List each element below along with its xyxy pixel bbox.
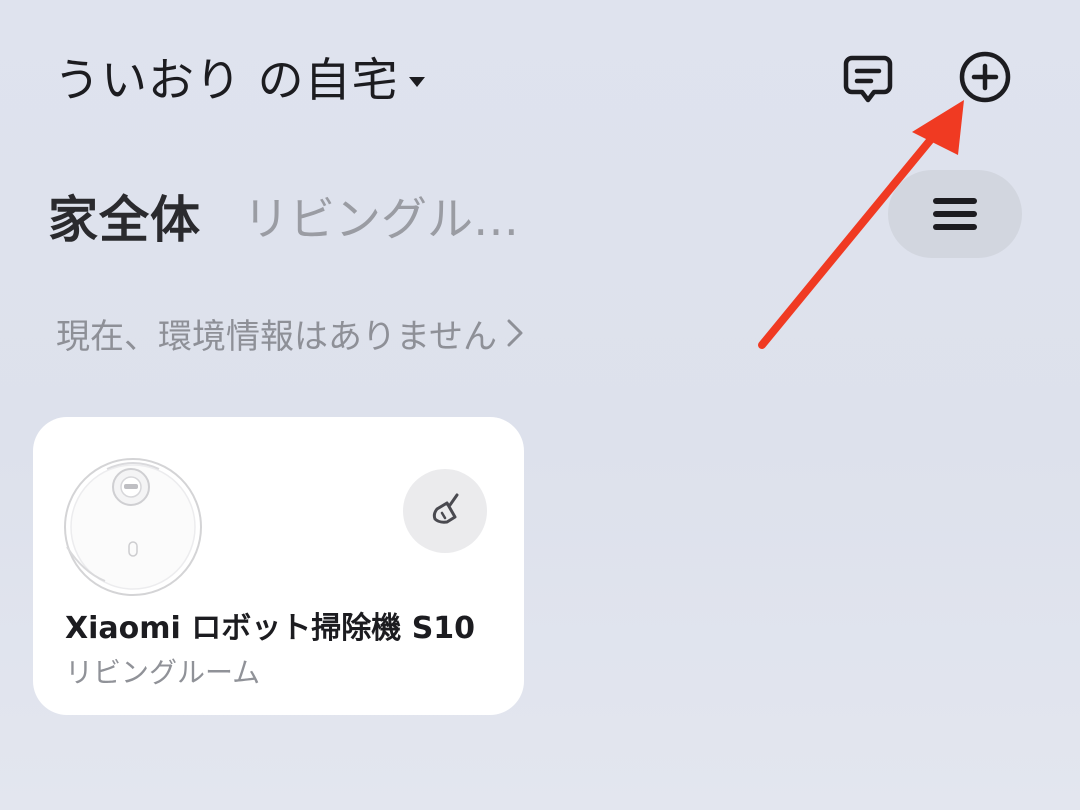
plus-circle-icon: [959, 51, 1011, 103]
home-title: ういおり の自宅: [54, 53, 399, 107]
chevron-right-icon: [505, 316, 525, 350]
environment-info-text: 現在、環境情報はありません: [56, 316, 497, 357]
home-selector[interactable]: ういおり の自宅: [54, 48, 425, 112]
tab-whole-home[interactable]: 家全体: [48, 180, 201, 252]
device-room: リビングルーム: [65, 656, 261, 689]
add-device-button[interactable]: [953, 45, 1017, 109]
device-name: Xiaomi ロボット掃除機 S10: [65, 611, 476, 646]
environment-info-link[interactable]: 現在、環境情報はありません: [56, 308, 525, 358]
device-card[interactable]: Xiaomi ロボット掃除機 S10 リビングルーム: [33, 417, 524, 715]
messages-button[interactable]: [836, 46, 900, 110]
message-icon: [843, 55, 893, 103]
room-tabs: 家全体 リビングルーム: [48, 180, 543, 252]
caret-down-icon: [408, 77, 425, 87]
room-menu-button[interactable]: [888, 170, 1022, 258]
hamburger-menu-icon: [933, 198, 977, 230]
broom-icon: [432, 493, 459, 524]
robot-vacuum-image: [64, 458, 202, 596]
tab-living-room[interactable]: リビングルーム: [243, 183, 543, 249]
clean-button[interactable]: [403, 469, 487, 553]
